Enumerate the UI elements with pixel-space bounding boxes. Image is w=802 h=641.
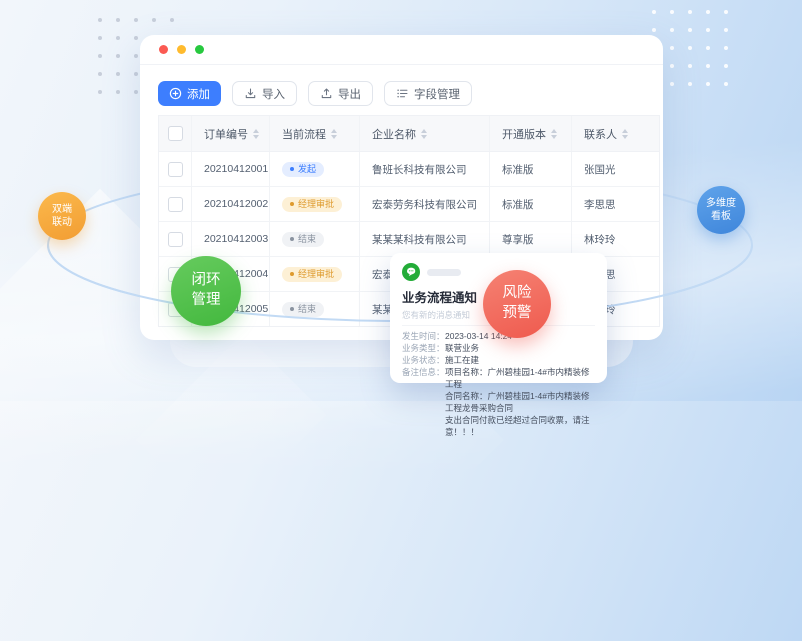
import-button-label: 导入 — [262, 86, 285, 102]
page-background: { "colors": { "accent_blue": "#3d7efe", … — [0, 0, 802, 401]
row-checkbox[interactable] — [168, 232, 183, 247]
field-list-icon — [396, 87, 409, 100]
table-row[interactable]: 20210412002 经理审批 宏泰劳务科技有限公司 标准版 李思思 — [159, 187, 659, 222]
cell-version: 标准版 — [489, 187, 571, 221]
row-checkbox-cell — [159, 152, 191, 186]
field-value: 施工在建 — [445, 354, 479, 366]
field-label: 备注信息： — [402, 366, 445, 390]
feature-badge-label: 闭环管理 — [189, 271, 224, 310]
feature-badge-label: 多维度看板 — [705, 197, 737, 224]
cell-flow: 发起 — [269, 152, 359, 186]
row-checkbox[interactable] — [168, 162, 183, 177]
field-management-label: 字段管理 — [414, 86, 460, 102]
minimize-window-icon[interactable] — [177, 45, 186, 54]
table-row[interactable]: 20210412001 发起 鲁班长科技有限公司 标准版 张国光 — [159, 152, 659, 187]
import-icon — [244, 87, 257, 100]
row-checkbox-cell — [159, 187, 191, 221]
feature-badge-dual-link: 双端联动 — [38, 192, 86, 240]
column-header-label: 企业名称 — [372, 126, 416, 142]
column-header[interactable]: 联系人 — [571, 116, 659, 151]
status-dot-icon — [290, 167, 294, 171]
column-header[interactable]: 订单编号 — [191, 116, 269, 151]
notification-field-row: 业务状态： 施工在建 — [402, 354, 595, 366]
flow-status-badge: 经理审批 — [282, 197, 342, 212]
cell-company: 鲁班长科技有限公司 — [359, 152, 489, 186]
table-header: 订单编号 当前流程 企业名称 开通版本 联系人 — [159, 116, 659, 152]
field-label: 发生时间： — [402, 330, 445, 342]
column-header[interactable]: 企业名称 — [359, 116, 489, 151]
feature-badge-label: 风险预警 — [500, 284, 535, 323]
column-header-label: 当前流程 — [282, 126, 326, 142]
cell-contact: 李思思 — [571, 187, 659, 221]
field-value: 项目名称：广州碧桂园1-4#市内精装修工程 — [445, 366, 595, 390]
notification-fields: 发生时间： 2023-03-14 14:24业务类型： 联营业务业务状态： 施工… — [402, 330, 595, 438]
status-dot-icon — [290, 237, 294, 241]
feature-badge-multi-board: 多维度看板 — [697, 186, 745, 234]
field-management-button[interactable]: 字段管理 — [384, 81, 472, 106]
column-header-label: 联系人 — [584, 126, 617, 142]
close-window-icon[interactable] — [159, 45, 168, 54]
add-button[interactable]: 添加 — [158, 81, 221, 106]
sort-icon[interactable] — [253, 129, 259, 139]
add-button-label: 添加 — [187, 86, 210, 102]
notification-field-row: 备注信息： 项目名称：广州碧桂园1-4#市内精装修工程 — [402, 366, 595, 390]
maximize-window-icon[interactable] — [195, 45, 204, 54]
sort-icon[interactable] — [551, 129, 557, 139]
field-value: 联营业务 — [445, 342, 479, 354]
cell-order-no: 20210412002 — [191, 187, 269, 221]
notification-field-row: 业务类型： 联营业务 — [402, 342, 595, 354]
field-label: 业务状态： — [402, 354, 445, 366]
export-icon — [320, 87, 333, 100]
notification-extra-line: 支出合同付款已经超过合同收票，请注意！！！ — [445, 414, 595, 438]
row-checkbox[interactable] — [168, 197, 183, 212]
import-button[interactable]: 导入 — [232, 81, 297, 106]
cell-version: 标准版 — [489, 152, 571, 186]
flow-status-badge: 发起 — [282, 162, 324, 177]
circle-plus-icon — [169, 87, 182, 100]
sort-icon[interactable] — [421, 129, 427, 139]
sort-icon[interactable] — [622, 129, 628, 139]
notification-extra-line: 合同名称：广州碧桂园1-4#市内精装修工程龙骨采购合同 — [445, 390, 595, 414]
sort-icon[interactable] — [331, 129, 337, 139]
select-all-cell — [159, 116, 191, 151]
window-titlebar — [140, 35, 663, 65]
column-header[interactable]: 开通版本 — [489, 116, 571, 151]
sender-placeholder — [427, 269, 461, 276]
column-header-label: 开通版本 — [502, 126, 546, 142]
field-label: 业务类型： — [402, 342, 445, 354]
cell-flow: 经理审批 — [269, 187, 359, 221]
select-all-checkbox[interactable] — [168, 126, 183, 141]
column-header[interactable]: 当前流程 — [269, 116, 359, 151]
feature-badge-risk-alert: 风险预警 — [483, 270, 551, 338]
export-button-label: 导出 — [338, 86, 361, 102]
cell-company: 宏泰劳务科技有限公司 — [359, 187, 489, 221]
feature-badge-label: 双端联动 — [50, 203, 74, 230]
flow-status-badge: 结束 — [282, 232, 324, 247]
column-header-label: 订单编号 — [204, 126, 248, 142]
cell-order-no: 20210412001 — [191, 152, 269, 186]
feature-badge-closed-loop: 闭环管理 — [171, 256, 241, 326]
cell-contact: 张国光 — [571, 152, 659, 186]
status-dot-icon — [290, 202, 294, 206]
export-button[interactable]: 导出 — [308, 81, 373, 106]
toolbar: 添加 导入 导出 字段管理 — [158, 81, 663, 106]
wechat-icon — [402, 263, 420, 281]
